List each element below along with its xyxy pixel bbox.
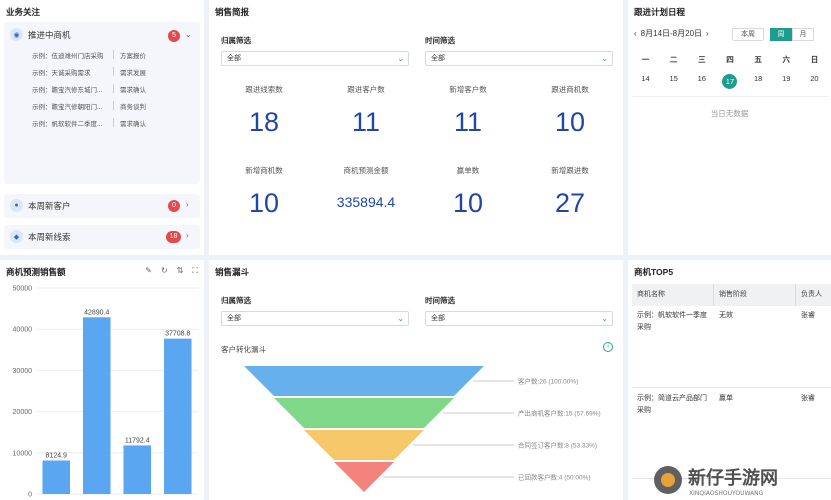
leads-icon: ◆ xyxy=(10,230,23,243)
y-tick-label: 50000 xyxy=(13,286,33,293)
new-customers-badge: 0 xyxy=(168,200,180,212)
chevron-right-icon[interactable]: › xyxy=(186,200,189,209)
bar xyxy=(82,317,111,494)
filter-icon[interactable]: ⇅ xyxy=(177,266,184,276)
y-tick-label: 20000 xyxy=(13,409,33,416)
panel-title: 跟进计划日程 xyxy=(634,7,686,17)
y-tick-label: 0 xyxy=(28,492,32,499)
new-customers-row[interactable]: ● 本周新客户 0 › xyxy=(4,194,200,218)
funnel-stage-label: 合同签订客户数:8 (53.33%) xyxy=(518,441,597,450)
followup-item[interactable]: 示例：伍迪潍州门店采购 方案报价 xyxy=(32,50,146,60)
funnel-stage xyxy=(244,366,484,396)
this-week-button[interactable]: 本周 xyxy=(732,28,764,41)
week-view-button[interactable]: 周 xyxy=(770,28,792,41)
empty-state: 当日无数据 xyxy=(710,109,749,118)
owner-filter-label: 归属筛选 xyxy=(221,36,251,45)
column-header[interactable]: 商机名称 xyxy=(632,284,714,306)
month-view-button[interactable]: 月 xyxy=(792,28,814,41)
chevron-down-icon: ⌄ xyxy=(397,54,404,63)
owner-filter-select[interactable]: 全部 ⌄ xyxy=(221,51,409,66)
bar xyxy=(42,460,71,494)
week-range-label: 8月14日-8月20日 xyxy=(640,29,703,38)
user-icon: ● xyxy=(10,199,23,212)
day-cell-today[interactable]: 17 xyxy=(716,74,743,89)
followup-card: ◉ 推进中商机 5 ⌄ 示例：伍迪潍州门店采购 方案报价 示例：天诚采购需求 需求发… xyxy=(4,22,200,184)
watermark-subtext: XINQIAOSHOUYOUWANG xyxy=(689,490,764,497)
day-cell[interactable]: 18 xyxy=(745,74,772,89)
funnel-stage-label: 产出商机客户数:15 (57.69%) xyxy=(518,409,601,418)
chevron-down-icon[interactable]: ⌄ xyxy=(185,30,192,39)
bar xyxy=(163,338,192,494)
funnel-chart: 客户数:26 (100.00%) 产出商机客户数:15 (57.69%) 合同签订客… xyxy=(244,366,601,492)
watermark-logo: 新仔手游网 XINQIAOSHOUYOUWANG xyxy=(652,462,827,498)
stat-card[interactable]: 新增客户数 11 xyxy=(418,84,518,138)
chevron-right-icon[interactable]: › xyxy=(186,231,189,240)
y-tick-label: 40000 xyxy=(13,327,33,334)
stat-card[interactable]: 跟进商机数 10 xyxy=(520,84,620,138)
bar xyxy=(123,445,152,494)
new-leads-label: 本周新线索 xyxy=(28,231,71,242)
funnel-stage xyxy=(274,398,454,428)
bar-value-label: 37708.8 xyxy=(165,331,190,338)
followup-count-badge: 5 xyxy=(168,30,180,42)
panel-title: 销售简报 xyxy=(215,7,250,17)
new-leads-badge: 18 xyxy=(166,231,181,243)
chevron-left-icon[interactable]: ‹ xyxy=(634,29,637,38)
stat-card[interactable]: 商机预测金额 335894.4 xyxy=(316,165,416,210)
chevron-right-icon[interactable]: › xyxy=(706,29,709,38)
day-cell[interactable]: 20 xyxy=(801,74,828,89)
funnel-stage xyxy=(304,430,424,460)
funnel-stage-label: 客户数:26 (100.00%) xyxy=(518,377,578,386)
bar-value-label: 8124.9 xyxy=(46,453,68,460)
stat-card[interactable]: 跟进线索数 18 xyxy=(214,84,314,138)
column-header[interactable]: 负责人 xyxy=(796,284,831,306)
refresh-icon[interactable]: ↻ xyxy=(161,266,168,276)
followup-header[interactable]: ◉ 推进中商机 xyxy=(10,28,71,41)
panel-title: 商机TOP5 xyxy=(634,267,674,277)
day-cell[interactable]: 16 xyxy=(688,74,715,89)
day-cell[interactable]: 14 xyxy=(632,74,659,89)
funnel-stage-label: 已回款客户数:4 (50.00%) xyxy=(518,473,591,482)
fullscreen-icon[interactable]: ⛶ xyxy=(192,266,198,276)
column-header[interactable]: 销售阶段 xyxy=(714,284,796,306)
bar-value-label: 11792.4 xyxy=(125,437,150,444)
forecast-bar-chart: 50000 40000 30000 20000 10000 0 8124.9 42890.4 1… xyxy=(13,286,198,499)
followup-item[interactable]: 示例：瞻宝汽修朝阳门... 商务谈判 xyxy=(32,101,146,111)
table-row[interactable]: 示例：帆软软件一季度采购 无效 张睿 xyxy=(632,306,831,388)
panel-title: 商机预测销售额 xyxy=(6,267,66,277)
target-icon: ◉ xyxy=(10,28,23,41)
followup-item[interactable]: 示例：帆软软件二季度... 需求确认 xyxy=(32,118,146,128)
new-leads-row[interactable]: ◆ 本周新线索 18 › xyxy=(4,225,200,249)
chevron-down-icon: ⌄ xyxy=(601,54,608,63)
forecast-panel: 商机预测销售额 ✎ ↻ ⇅ ⛶ 50000 40000 30000 20000 1000… xyxy=(0,260,204,500)
y-tick-label: 10000 xyxy=(13,450,33,457)
followup-item[interactable]: 示例：瞻宝汽修东城门... 需求确认 xyxy=(32,84,146,94)
followup-label: 推进中商机 xyxy=(28,29,71,40)
weekday-header: 一二三四五六日 xyxy=(641,55,819,64)
sales-funnel-panel: 销售漏斗 归属筛选 全部 ⌄ 时间筛选 全部 ⌄ 客户转化漏斗 i 客户数:26 (… xyxy=(209,260,623,500)
edit-icon[interactable]: ✎ xyxy=(145,266,152,276)
sales-brief-panel: 销售简报 归属筛选 全部 ⌄ 时间筛选 全部 ⌄ 跟进线索数 18 跟进客户数 11 新… xyxy=(209,0,623,255)
time-filter-label: 时间筛选 xyxy=(425,36,455,45)
day-row: 14 15 16 17 18 19 20 xyxy=(632,74,828,89)
stat-card[interactable]: 新增商机数 10 xyxy=(214,165,314,219)
new-customers-label: 本周新客户 xyxy=(28,200,71,211)
stat-card[interactable]: 赢单数 10 xyxy=(418,165,518,219)
panel-title: 业务关注 xyxy=(6,7,41,17)
stat-card[interactable]: 新增跟进数 27 xyxy=(520,165,620,219)
followup-item[interactable]: 示例：天诚采购需求 需求发展 xyxy=(32,67,146,77)
day-cell[interactable]: 19 xyxy=(773,74,800,89)
week-range: ‹ 8月14日-8月20日 › xyxy=(634,28,709,39)
bar-value-label: 42890.4 xyxy=(84,309,109,316)
day-cell[interactable]: 15 xyxy=(660,74,687,89)
watermark-text: 新仔手游网 xyxy=(688,467,778,489)
stat-card[interactable]: 跟进客户数 11 xyxy=(316,84,416,138)
business-focus-panel: 业务关注 ◉ 推进中商机 5 ⌄ 示例：伍迪潍州门店采购 方案报价 示例：天诚采购… xyxy=(0,0,204,255)
time-filter-select[interactable]: 全部 ⌄ xyxy=(425,51,613,66)
y-tick-label: 30000 xyxy=(13,368,33,375)
schedule-panel: 跟进计划日程 ‹ 8月14日-8月20日 › 本周 周 月 一二三四五六日 14… xyxy=(628,0,831,255)
